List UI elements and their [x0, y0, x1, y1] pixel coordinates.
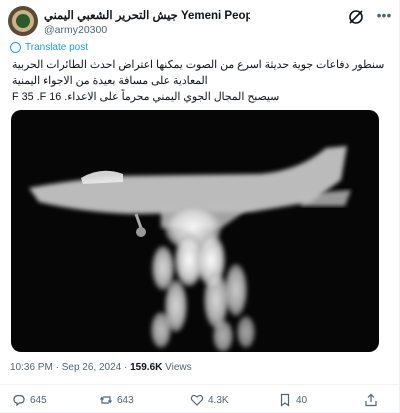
avatar[interactable] — [8, 6, 38, 36]
tweet-card: جيش التحرير الشعبي اليمني Yemeni People'… — [0, 0, 400, 413]
tweet-header: جيش التحرير الشعبي اليمني Yemeni People'… — [6, 4, 393, 38]
post-image[interactable] — [11, 110, 379, 352]
avatar-emblem-center — [16, 14, 30, 28]
translate-label: Translate post — [25, 42, 88, 53]
heart-icon — [190, 394, 204, 406]
meta-separator: · — [55, 362, 59, 373]
translate-post-link[interactable]: Translate post — [10, 42, 88, 53]
more-options-icon[interactable]: ••• — [375, 8, 393, 26]
meta-separator: · — [124, 362, 128, 373]
repost-count: 643 — [117, 394, 134, 406]
share-icon — [365, 393, 377, 407]
post-text-line: المعادية على مسافة بعيدة من الاجواء اليم… — [12, 75, 208, 87]
post-time[interactable]: 10:36 PM — [10, 362, 53, 373]
reply-count: 645 — [30, 394, 47, 406]
globe-icon — [10, 42, 21, 53]
post-text-line: سنطور دفاعات جوية حديثة اسرع من الصوت يم… — [12, 59, 385, 71]
reply-icon — [13, 394, 25, 407]
jet-xray-illustration — [29, 146, 351, 352]
views-count: 159.6K — [130, 362, 163, 373]
like-button[interactable]: 4.3K — [190, 393, 229, 407]
bookmark-count: 40 — [296, 394, 308, 406]
repost-icon — [100, 396, 112, 404]
repost-button[interactable]: 643 — [99, 393, 134, 407]
bookmark-button[interactable]: 40 — [278, 393, 307, 407]
post-date[interactable]: Sep 26, 2024 — [62, 362, 122, 373]
bookmark-icon — [280, 393, 290, 407]
grok-icon[interactable] — [347, 8, 365, 26]
account-name[interactable]: جيش التحرير الشعبي اليمني Yemeni People'… — [44, 8, 250, 22]
reply-button[interactable]: 645 — [12, 393, 47, 407]
post-text: سنطور دفاعات جوية حديثة اسرع من الصوت يم… — [12, 57, 387, 105]
share-button[interactable] — [364, 393, 378, 407]
views-label: Views — [165, 362, 192, 373]
account-handle[interactable]: @army20300 — [44, 24, 107, 36]
post-text-line: سيصبح المجال الجوي اليمني محرماً على الا… — [12, 91, 280, 103]
like-count: 4.3K — [208, 394, 229, 406]
post-meta: 10:36 PM · Sep 26, 2024 · 159.6K Views — [10, 362, 192, 373]
action-bar: 645 643 4.3K 40 — [0, 384, 399, 411]
